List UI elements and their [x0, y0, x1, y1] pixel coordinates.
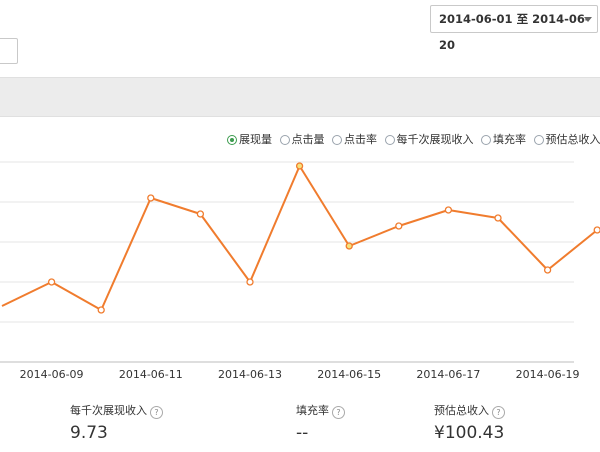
- x-tick-label: 2014-06-15: [317, 368, 381, 381]
- stat-fill-rate: 填充率 --: [296, 402, 345, 443]
- filter-bar: [0, 77, 600, 117]
- tab-label: 展现量: [239, 133, 272, 146]
- stat-value: --: [296, 423, 309, 443]
- stat-label: 每千次展现收入: [70, 404, 147, 417]
- tab-impressions[interactable]: 展现量: [227, 131, 272, 147]
- tab-fill-rate[interactable]: 填充率: [481, 131, 526, 147]
- x-tick-label: 2014-06-09: [20, 368, 84, 381]
- data-point: [97, 306, 105, 314]
- data-point: [593, 226, 600, 234]
- data-point: [543, 266, 552, 274]
- data-point: [395, 222, 403, 230]
- tab-rpm[interactable]: 每千次展现收入: [384, 131, 474, 147]
- tab-clicks[interactable]: 点击量: [279, 131, 325, 147]
- stat-est-revenue: 预估总收入 ¥100.43: [434, 402, 505, 443]
- radio-icon: [227, 135, 237, 145]
- stat-value: 9.73: [70, 423, 108, 443]
- help-icon[interactable]: [150, 406, 163, 419]
- radio-icon: [332, 135, 342, 145]
- radio-icon: [533, 135, 544, 145]
- data-point: [47, 278, 56, 286]
- tab-label: 预估总收入: [545, 133, 600, 146]
- date-range-label: 2014-06-01 至 2014-06-20: [439, 12, 590, 52]
- data-point: [196, 210, 205, 218]
- stat-label: 填充率: [296, 404, 329, 417]
- x-tick-label: 2014-06-17: [416, 368, 480, 381]
- data-point: [147, 194, 155, 202]
- series-line-impressions: [1, 165, 598, 311]
- tab-label: 点击率: [344, 133, 377, 146]
- metric-tabs: 展现量 点击量 点击率 每千次展现收入 填充率 预估总收入: [227, 131, 600, 147]
- stat-rpm: 每千次展现收入 9.73: [70, 402, 163, 443]
- help-icon[interactable]: [332, 406, 345, 419]
- tab-est-revenue[interactable]: 预估总收入: [533, 131, 600, 147]
- data-point: [295, 162, 304, 170]
- data-point: [444, 206, 453, 214]
- tab-ctr[interactable]: 点击率: [332, 131, 377, 147]
- stat-label: 预估总收入: [434, 404, 489, 417]
- radio-icon: [279, 135, 290, 145]
- x-tick-label: 2014-06-19: [516, 368, 580, 381]
- tab-label: 每千次展现收入: [396, 133, 474, 146]
- radio-icon: [384, 135, 395, 145]
- x-tick-label: 2014-06-11: [119, 368, 183, 381]
- tab-label: 点击量: [291, 133, 325, 146]
- data-point: [494, 214, 502, 222]
- tab-label: 填充率: [493, 133, 526, 146]
- help-icon[interactable]: [492, 406, 505, 419]
- radio-icon: [481, 135, 491, 145]
- stat-value: ¥100.43: [434, 423, 505, 443]
- caret-down-icon: [584, 17, 592, 22]
- data-point: [246, 278, 254, 286]
- data-point: [345, 242, 353, 250]
- date-range-picker[interactable]: 2014-06-01 至 2014-06-20: [430, 5, 598, 52]
- x-tick-label: 2014-06-13: [218, 368, 282, 381]
- partial-select-box[interactable]: [0, 38, 18, 64]
- impressions-line-chart: 2014-06-09 2014-06-11 2014-06-13 2014-06-15…: [0, 161, 600, 381]
